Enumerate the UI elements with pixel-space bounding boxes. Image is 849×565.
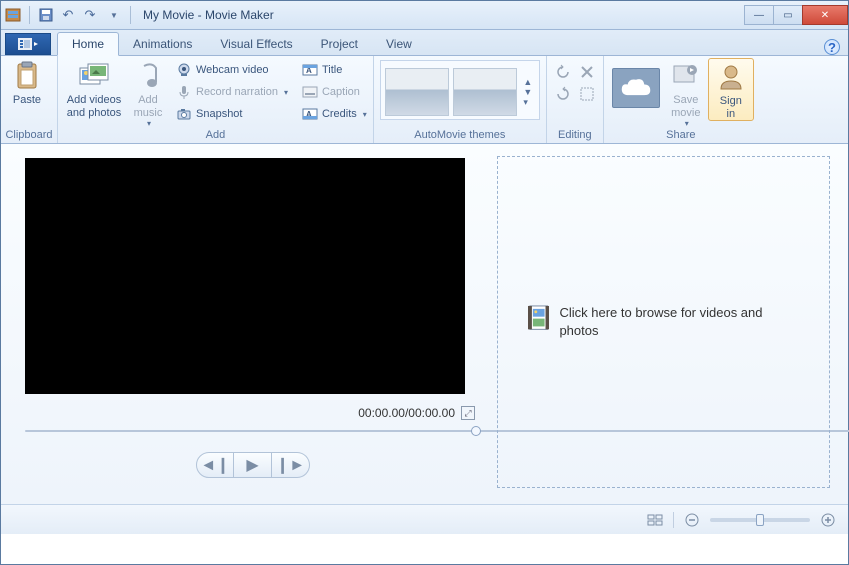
- undo-icon[interactable]: ↶: [60, 7, 76, 23]
- record-narration-button[interactable]: Record narration▾: [174, 82, 290, 102]
- status-bar: [1, 504, 848, 534]
- caption-icon: [302, 84, 318, 100]
- qat-dropdown-icon[interactable]: ▼: [106, 7, 122, 23]
- theme-thumbnail[interactable]: [453, 68, 517, 116]
- person-icon: [715, 61, 747, 93]
- fullscreen-icon[interactable]: ⤢: [461, 406, 475, 420]
- file-tab[interactable]: [5, 33, 51, 55]
- camera-icon: [176, 106, 192, 122]
- time-display: 00:00.00/00:00.00: [358, 406, 455, 420]
- drop-text: Click here to browse for videos and phot…: [559, 304, 799, 339]
- webcam-video-button[interactable]: Webcam video: [174, 60, 290, 80]
- title-button[interactable]: A Title: [300, 60, 369, 80]
- paste-label: Paste: [13, 94, 41, 107]
- automovie-gallery[interactable]: ▲▼▾: [380, 60, 540, 120]
- maximize-button[interactable]: ▭: [773, 5, 803, 25]
- minimize-button[interactable]: —: [744, 5, 774, 25]
- tab-visual-effects[interactable]: Visual Effects: [206, 33, 306, 55]
- caption-button[interactable]: Caption: [300, 82, 369, 102]
- playback-controls: ◄❙ ▶ ❙►: [25, 452, 481, 478]
- tab-home[interactable]: Home: [57, 32, 119, 56]
- ribbon: Paste Clipboard Add videos and photos Ad…: [1, 56, 848, 144]
- quick-access-toolbar: ↶ ↷ ▼: [1, 6, 137, 24]
- group-share: Save movie▾ Sign in Share: [604, 56, 758, 143]
- tab-animations[interactable]: Animations: [119, 33, 206, 55]
- photos-icon: [78, 60, 110, 92]
- cloud-icon: [612, 68, 660, 108]
- zoom-slider[interactable]: [710, 518, 810, 522]
- add-music-button[interactable]: Add music▾: [126, 58, 170, 128]
- save-movie-label: Save movie: [671, 94, 700, 119]
- close-button[interactable]: ✕: [802, 5, 848, 25]
- save-movie-button[interactable]: Save movie▾: [664, 58, 708, 128]
- group-label-automovie: AutoMovie themes: [378, 128, 542, 143]
- webcam-label: Webcam video: [196, 64, 269, 76]
- title-bar: ↶ ↷ ▼ My Movie - Movie Maker — ▭ ✕: [1, 1, 848, 30]
- filmstrip-icon: [528, 304, 549, 332]
- group-label-editing: Editing: [551, 128, 599, 143]
- thumbnails-view-icon[interactable]: [647, 512, 663, 528]
- delete-icon[interactable]: [579, 64, 595, 80]
- rotate-left-icon[interactable]: [555, 64, 571, 80]
- clipboard-icon: [11, 60, 43, 92]
- tab-view[interactable]: View: [372, 33, 426, 55]
- credits-label: Credits: [322, 108, 357, 120]
- microphone-icon: [176, 84, 192, 100]
- title-icon: A: [302, 62, 318, 78]
- preview-pane: 00:00.00/00:00.00 ⤢ ◄❙ ▶ ❙►: [1, 144, 491, 504]
- group-label-add: Add: [62, 128, 369, 143]
- select-all-icon[interactable]: [579, 86, 595, 102]
- credits-button[interactable]: A Credits▾: [300, 104, 369, 124]
- time-display-row: 00:00.00/00:00.00 ⤢: [25, 406, 481, 420]
- snapshot-button[interactable]: Snapshot: [174, 104, 290, 124]
- group-clipboard: Paste Clipboard: [1, 56, 58, 143]
- cloud-button[interactable]: [608, 58, 664, 110]
- credits-icon: A: [302, 106, 318, 122]
- caption-label: Caption: [322, 86, 360, 98]
- save-movie-icon: [670, 60, 702, 92]
- ribbon-tabs: Home Animations Visual Effects Project V…: [1, 30, 848, 56]
- window-controls: — ▭ ✕: [745, 5, 848, 25]
- drop-area[interactable]: Click here to browse for videos and phot…: [497, 156, 830, 488]
- zoom-out-button[interactable]: [684, 512, 700, 528]
- seek-slider[interactable]: [25, 426, 481, 436]
- seek-thumb[interactable]: [471, 426, 481, 436]
- storyboard-pane: Click here to browse for videos and phot…: [491, 144, 848, 504]
- content-area: 00:00.00/00:00.00 ⤢ ◄❙ ▶ ❙► Click here t…: [1, 144, 848, 504]
- group-automovie: ▲▼▾ AutoMovie themes: [374, 56, 547, 143]
- add-videos-photos-button[interactable]: Add videos and photos: [62, 58, 126, 119]
- zoom-in-button[interactable]: [820, 512, 836, 528]
- video-preview: [25, 158, 465, 394]
- sign-in-label: Sign in: [720, 95, 742, 120]
- add-music-label: Add music: [134, 94, 163, 119]
- group-label-clipboard: Clipboard: [5, 128, 53, 143]
- tab-project[interactable]: Project: [307, 33, 372, 55]
- group-label-share: Share: [608, 128, 754, 143]
- next-frame-button[interactable]: ❙►: [272, 452, 310, 478]
- zoom-thumb[interactable]: [756, 514, 764, 526]
- group-editing: Editing: [547, 56, 604, 143]
- title-label: Title: [322, 64, 342, 76]
- redo-icon[interactable]: ↷: [82, 7, 98, 23]
- app-icon: [5, 7, 21, 23]
- snapshot-label: Snapshot: [196, 108, 242, 120]
- prev-frame-button[interactable]: ◄❙: [196, 452, 234, 478]
- add-videos-label: Add videos and photos: [67, 94, 121, 119]
- music-icon: [132, 60, 164, 92]
- gallery-more-button[interactable]: ▲▼▾: [521, 77, 535, 108]
- webcam-icon: [176, 62, 192, 78]
- theme-thumbnail[interactable]: [385, 68, 449, 116]
- paste-button[interactable]: Paste: [5, 58, 49, 107]
- narration-label: Record narration: [196, 86, 278, 98]
- play-button[interactable]: ▶: [234, 452, 272, 478]
- group-add: Add videos and photos Add music▾ Webcam …: [58, 56, 374, 143]
- save-icon[interactable]: [38, 7, 54, 23]
- sign-in-button[interactable]: Sign in: [708, 58, 754, 121]
- rotate-right-icon[interactable]: [555, 86, 571, 102]
- window-title: My Movie - Movie Maker: [143, 8, 274, 22]
- help-icon[interactable]: ?: [824, 39, 840, 55]
